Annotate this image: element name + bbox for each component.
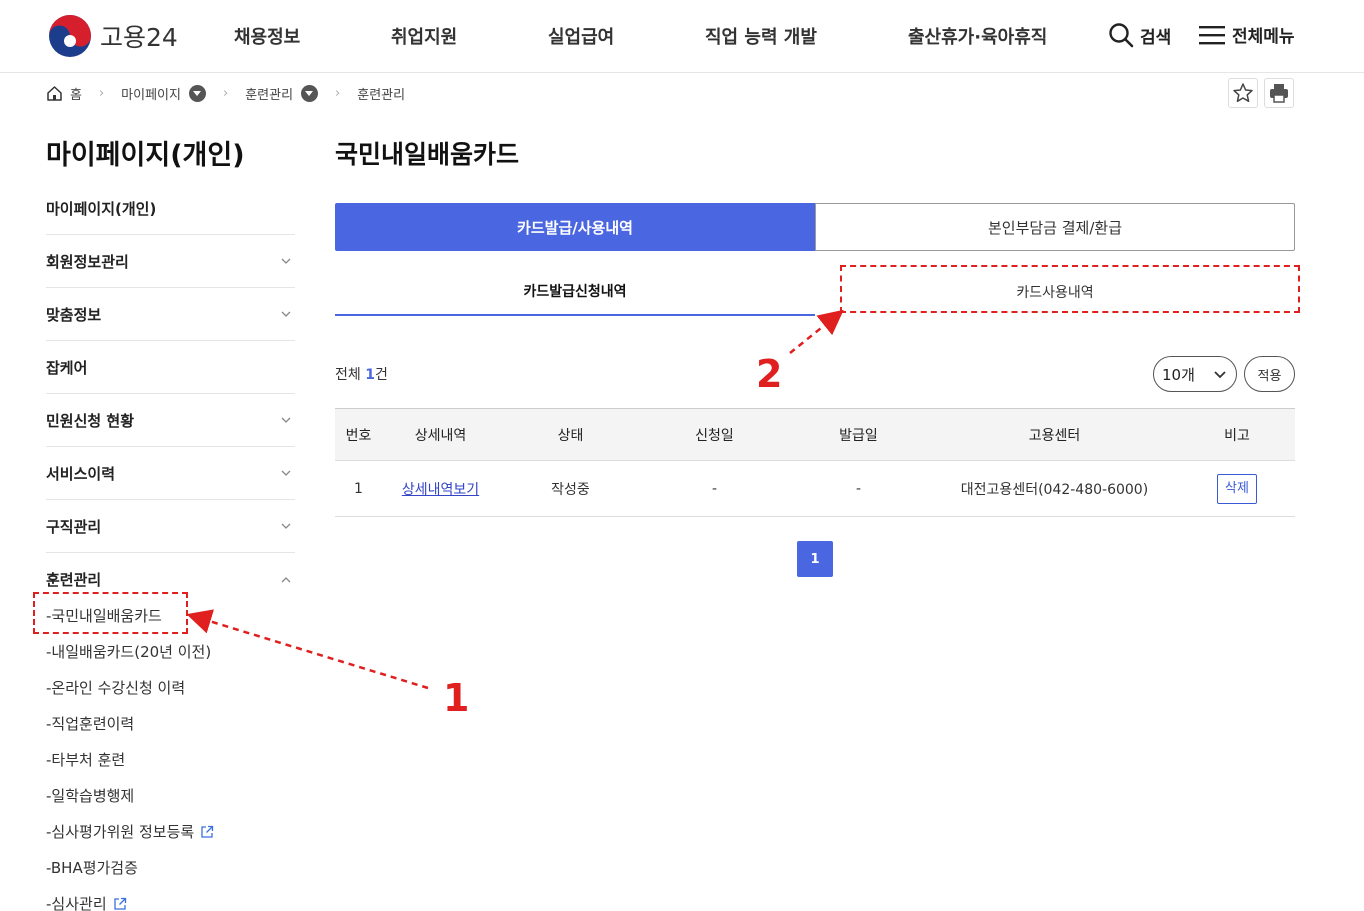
- annotation-arrows: [186, 309, 844, 690]
- annotation-number-2: 2: [756, 352, 783, 396]
- annotation-arrow-2: [789, 309, 844, 354]
- annotation-number-1: 1: [443, 676, 470, 720]
- annotation-arrow-1: [186, 609, 429, 690]
